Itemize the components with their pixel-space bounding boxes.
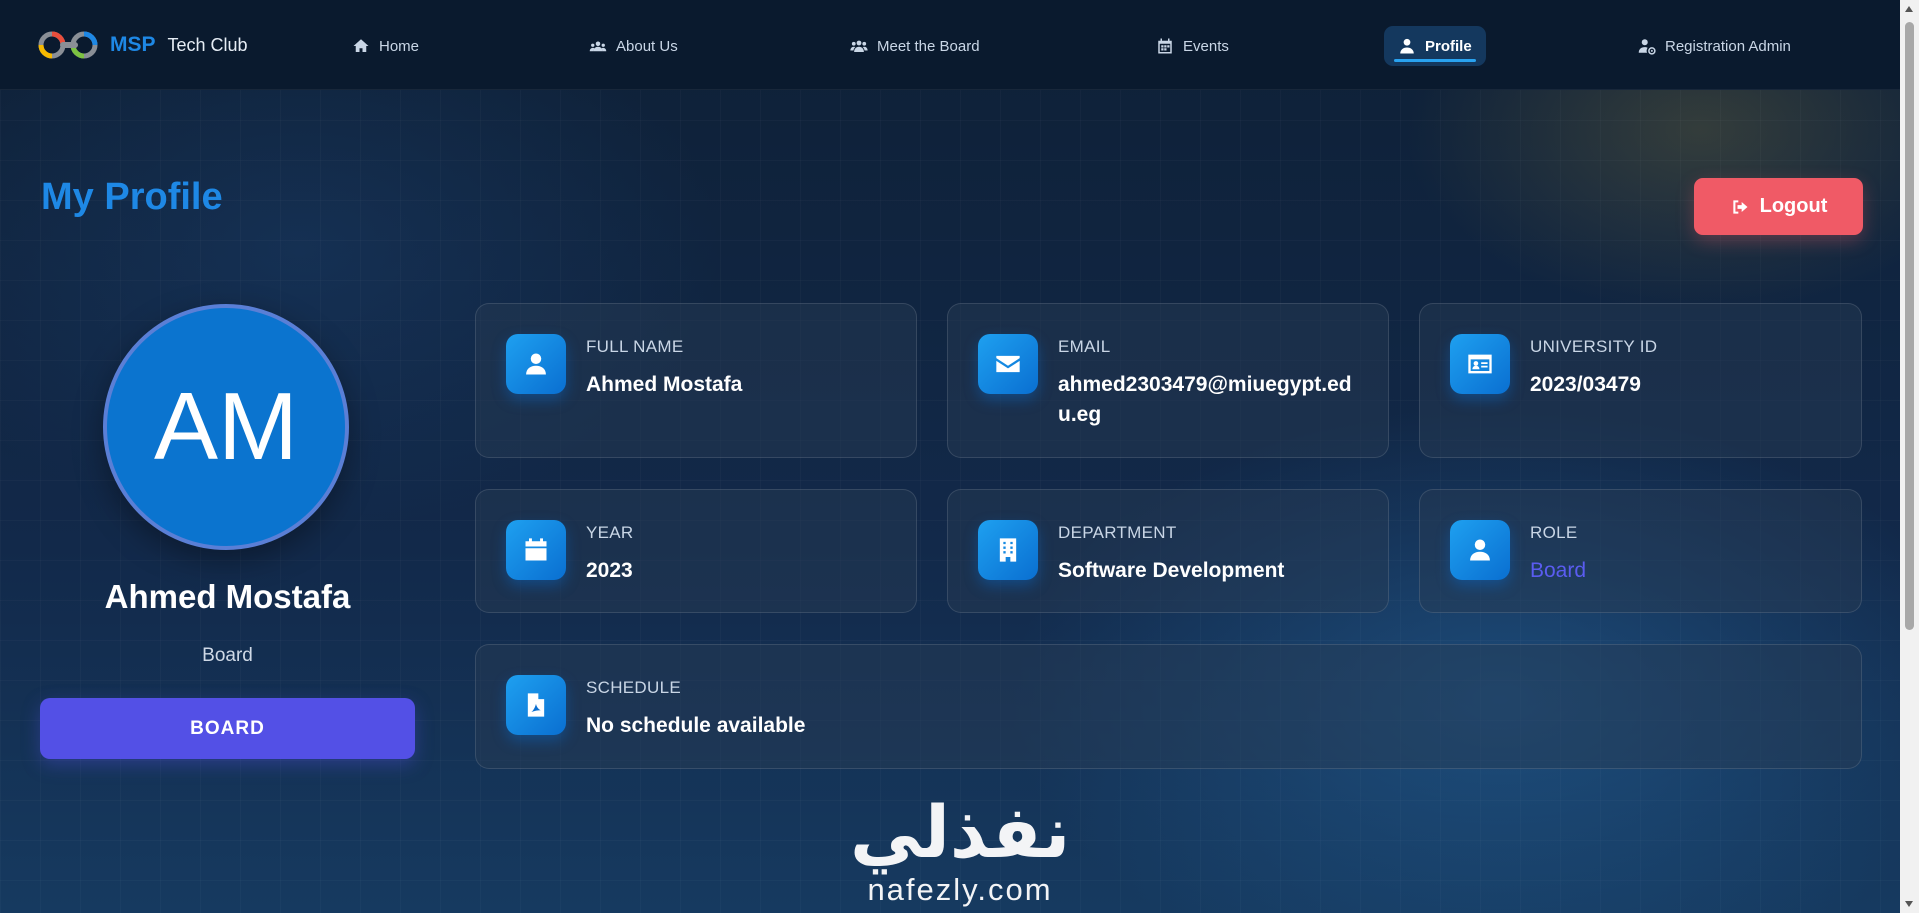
calendar-icon [525,538,547,561]
nav-events[interactable]: Events [1156,26,1229,66]
nav-home[interactable]: Home [352,26,419,66]
card-year-icon-box [506,520,566,580]
profile-role: Board [202,645,253,666]
card-email-value: ahmed2303479@miuegypt.edu.eg [1058,373,1352,426]
card-role-label: ROLE [1530,523,1578,542]
users-icon [589,41,607,52]
card-email: EMAIL ahmed2303479@miuegypt.edu.eg [947,303,1389,458]
sign-out-icon [1732,199,1748,214]
card-full-name-value: Ahmed Mostafa [586,373,743,396]
avatar: AM [103,304,349,550]
card-department: DEPARTMENT Software Development [947,489,1389,613]
page-title: My Profile [41,176,223,218]
card-email-icon-box [978,334,1038,394]
card-university-id-icon-box [1450,334,1510,394]
nav-about-label: About Us [616,37,678,55]
nav-home-label: Home [379,37,420,55]
user-cog-icon [1638,39,1656,55]
brand[interactable]: MSP Tech Club [38,24,248,66]
card-department-label: DEPARTMENT [1058,523,1177,542]
card-role: ROLE Board [1419,489,1862,613]
nav-profile[interactable]: Profile [1384,26,1486,66]
profile-name: Ahmed Mostafa [104,578,351,615]
scroll-up-arrow-icon[interactable] [1905,6,1913,12]
group-icon [850,40,868,52]
user-icon [1470,539,1490,561]
nav-profile-label: Profile [1425,37,1472,55]
card-schedule: SCHEDULE No schedule available [475,644,1862,769]
card-year-label: YEAR [586,523,634,542]
card-department-icon-box [978,520,1038,580]
watermark-latin: nafezly.com [867,872,1053,907]
card-university-id: UNIVERSITY ID 2023/03479 [1419,303,1862,458]
card-email-label: EMAIL [1058,337,1111,356]
nav-board-label: Meet the Board [877,37,980,55]
top-navbar: MSP Tech Club Home About Us Meet the Boa… [0,0,1900,90]
nav-meet-the-board[interactable]: Meet the Board [850,26,980,66]
watermark-arabic: نفذلي [850,790,1071,874]
nav-about-us[interactable]: About Us [589,26,678,66]
card-university-id-label: UNIVERSITY ID [1530,337,1658,356]
nav-admin-label: Registration Admin [1665,37,1791,55]
brand-msp: MSP [110,33,156,56]
envelope-icon [996,355,1020,373]
card-full-name-label: FULL NAME [586,337,684,356]
card-full-name: FULL NAME Ahmed Mostafa [475,303,917,458]
user-icon [526,353,546,375]
logout-button[interactable]: Logout [1694,178,1863,235]
calendar-icon [1158,38,1172,54]
card-role-value: Board [1530,559,1587,582]
id-card-icon [1468,354,1492,374]
card-schedule-icon-box [506,675,566,735]
role-badge-label: BOARD [190,717,265,739]
avatar-initials: AM [154,373,298,480]
nav-registration-admin[interactable]: Registration Admin [1638,26,1791,66]
vertical-scrollbar[interactable] [1900,0,1919,913]
card-role-icon-box [1450,520,1510,580]
home-icon [353,39,369,52]
card-full-name-icon-box [506,334,566,394]
user-icon [1400,38,1414,54]
scroll-thumb[interactable] [1905,22,1914,630]
scroll-down-arrow-icon[interactable] [1905,901,1913,907]
brand-club-name: Tech Club [167,34,248,55]
card-year: YEAR 2023 [475,489,917,613]
card-year-value: 2023 [586,559,633,582]
logout-label: Logout [1759,195,1828,217]
pdf-file-icon [527,693,545,717]
role-badge-button[interactable]: BOARD [40,698,415,759]
nav-events-label: Events [1183,37,1229,55]
card-schedule-value: No schedule available [586,714,806,737]
building-icon [999,538,1017,562]
card-university-id-value: 2023/03479 [1530,373,1641,396]
card-department-value: Software Development [1058,559,1285,582]
card-schedule-label: SCHEDULE [586,678,681,697]
msp-logo-icon [38,31,98,59]
page-viewport: MSP Tech Club Home About Us Meet the Boa… [0,0,1900,913]
